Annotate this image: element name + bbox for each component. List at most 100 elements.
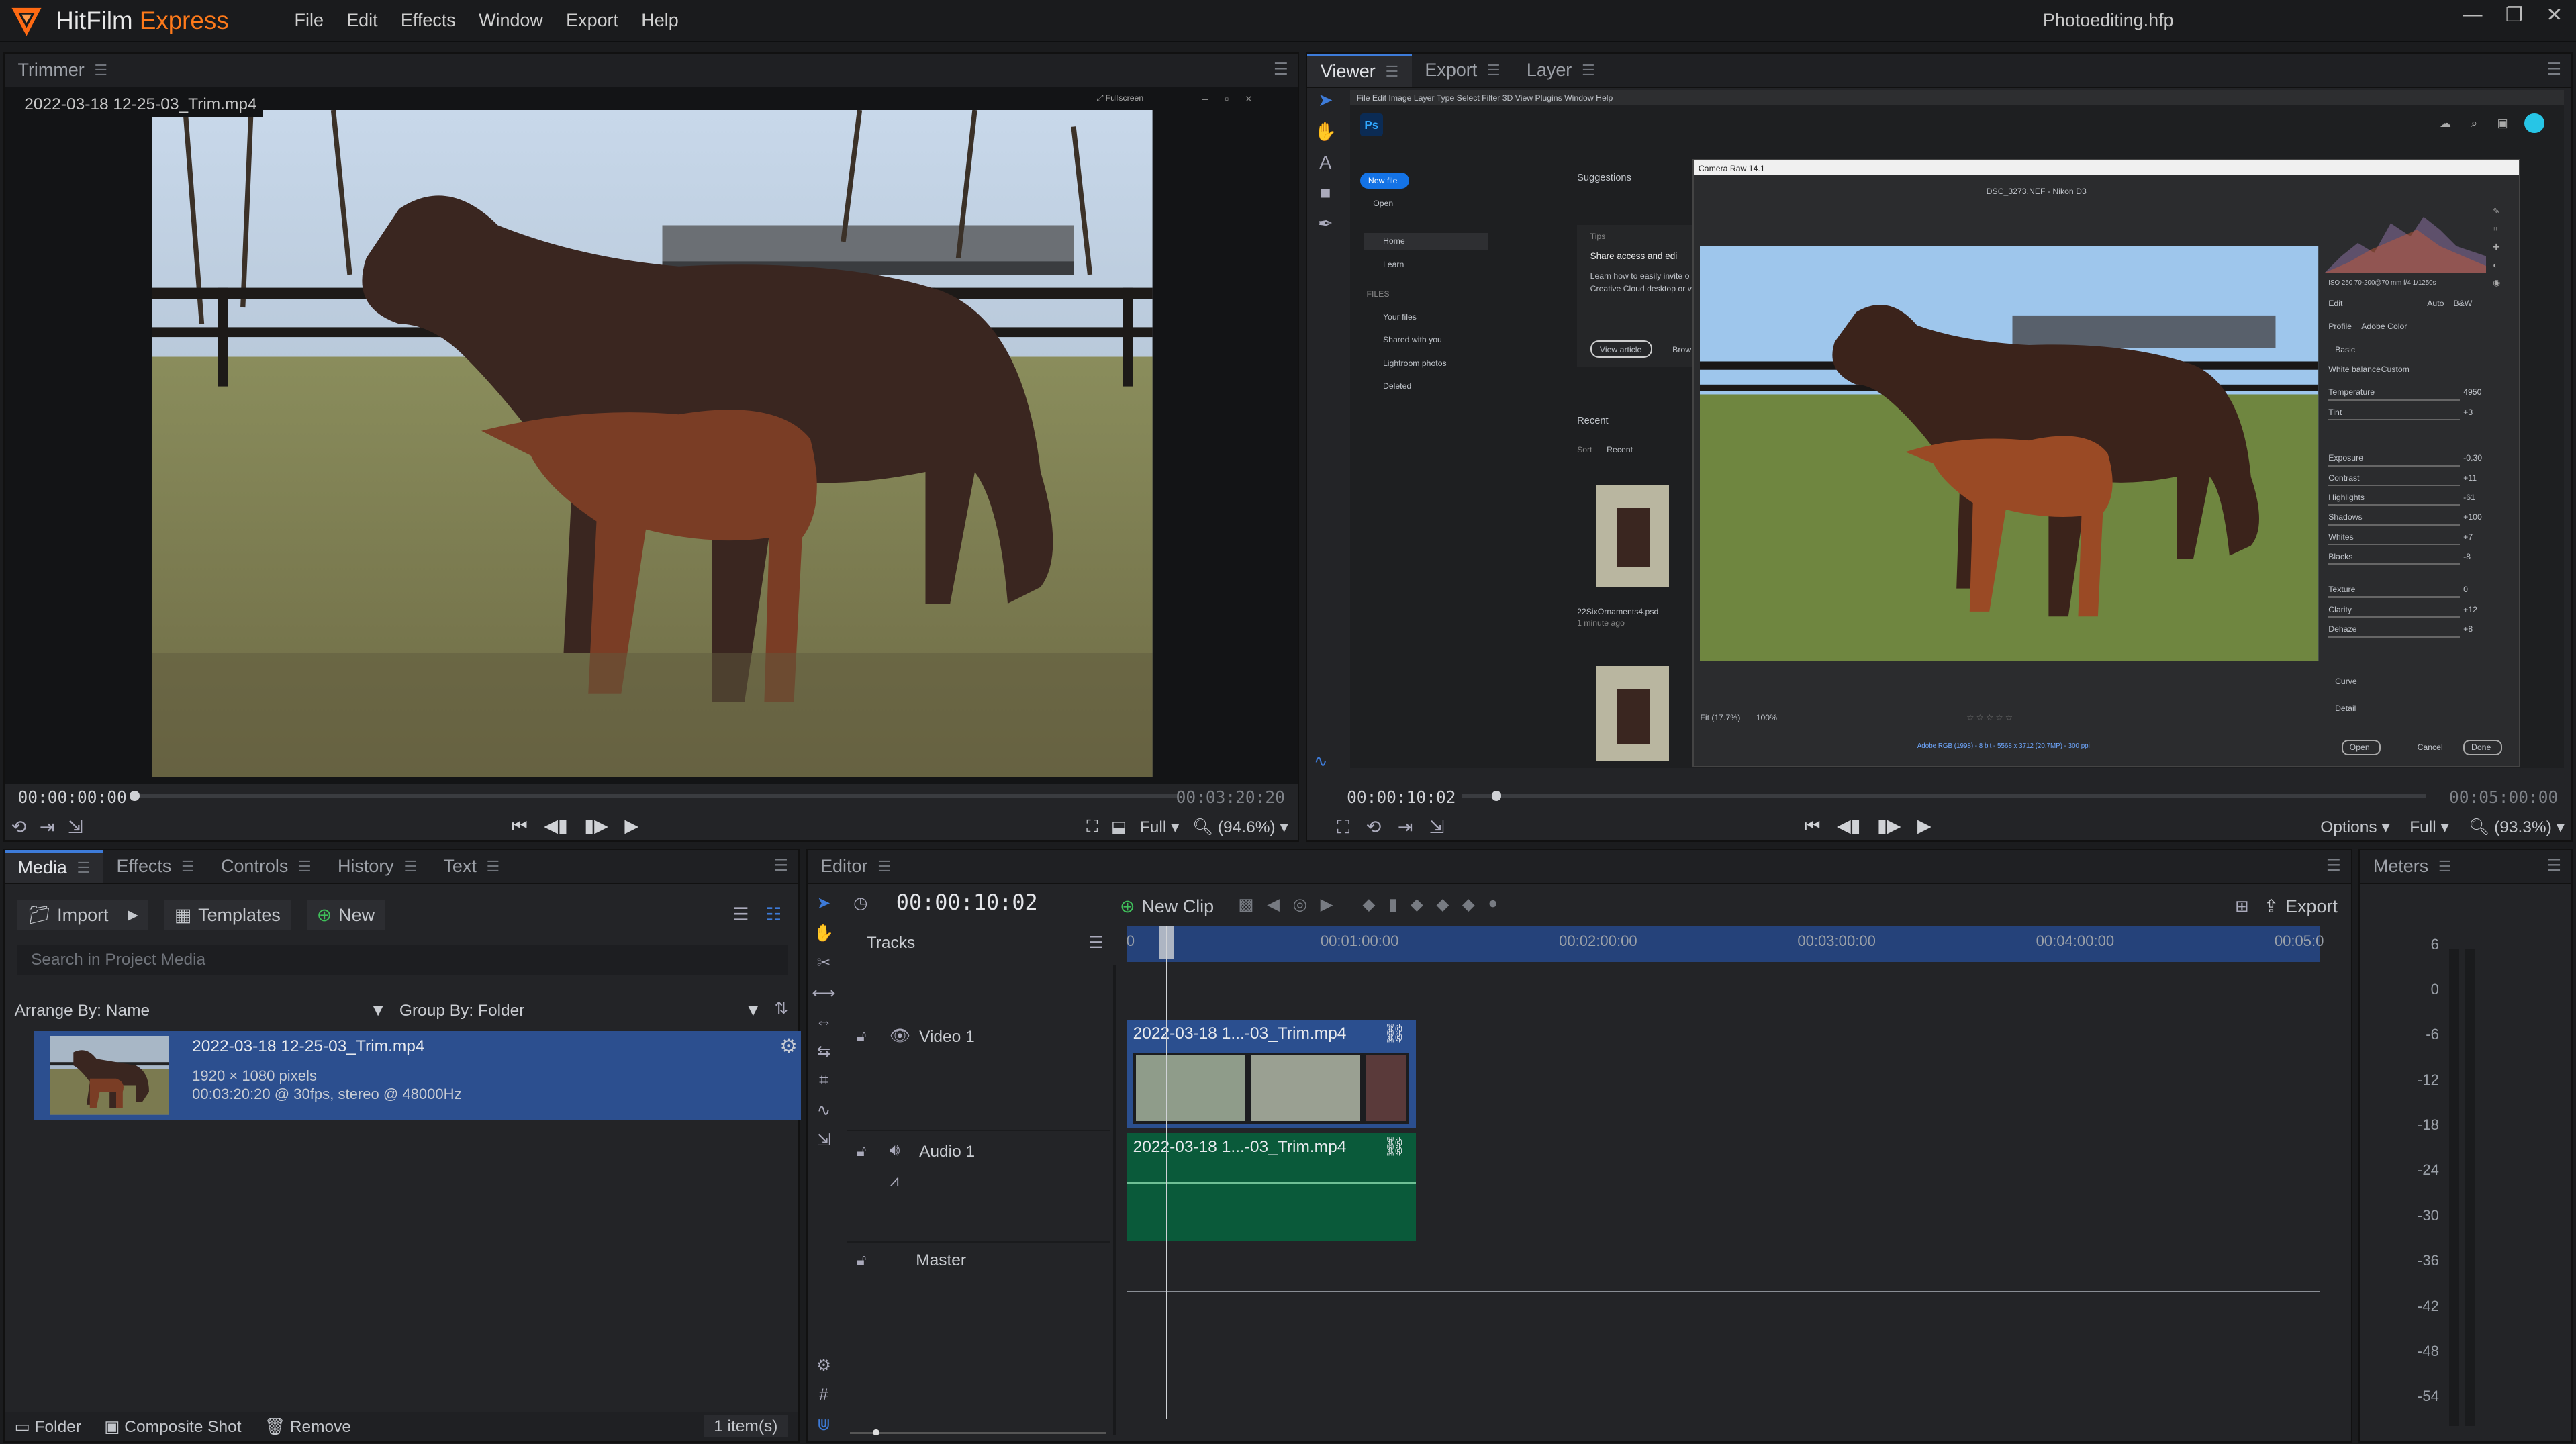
diamond-icon[interactable]: ◆ xyxy=(1411,894,1423,914)
viewer-options-menu[interactable]: Options ▾ xyxy=(2320,817,2390,837)
tab-layer[interactable]: Layer ☰ xyxy=(1513,54,1608,87)
menu-help[interactable]: Help xyxy=(630,10,690,31)
overwrite-icon[interactable]: ⇲ xyxy=(1429,817,1445,838)
trimmer-scrubber[interactable] xyxy=(130,791,1180,801)
insert-icon[interactable]: ⇥ xyxy=(1398,817,1413,838)
tab-menu-icon[interactable]: ☰ xyxy=(181,850,195,883)
lock-icon[interactable]: 🔓︎ xyxy=(857,1028,866,1045)
arrange-select[interactable]: Arrange By: Name ▼ xyxy=(15,1002,387,1020)
snap-icon[interactable]: ∿ xyxy=(1314,751,1328,771)
editor-timecode[interactable]: 00:00:10:02 xyxy=(896,889,1038,915)
text-tool-icon[interactable]: A xyxy=(1319,152,1331,173)
next-keyframe-icon[interactable]: ▶ xyxy=(1321,894,1333,914)
rate-stretch-icon[interactable]: ∿ xyxy=(817,1100,831,1120)
keyframe-icon[interactable]: ◎ xyxy=(1293,894,1307,914)
magnet-icon[interactable]: ⋓ xyxy=(817,1414,831,1435)
viewer-scrubber[interactable] xyxy=(1462,791,2426,801)
set-out-icon[interactable]: ⬓ xyxy=(1111,817,1127,837)
panel-menu-icon[interactable]: ☰ xyxy=(2326,855,2341,875)
import-button[interactable]: 📁︎ Import ▶ xyxy=(17,899,148,931)
trimmer-quality-select[interactable]: Full ▾ xyxy=(1140,817,1180,837)
list-view-icon[interactable]: ☰ xyxy=(732,904,749,925)
lock-icon[interactable]: 🔓︎ xyxy=(857,1251,866,1269)
menu-edit[interactable]: Edit xyxy=(335,10,389,31)
tab-menu-icon[interactable]: ☰ xyxy=(94,54,107,87)
skip-start-icon[interactable]: ⏮ xyxy=(511,816,527,837)
templates-button[interactable]: ▦ Templates xyxy=(164,900,291,930)
editor-export-button[interactable]: ⇪ Export xyxy=(2264,896,2338,917)
add-track-icon[interactable]: ⊞ xyxy=(2235,896,2249,916)
tab-trimmer[interactable]: Trimmer ☰ xyxy=(5,54,121,87)
tab-editor[interactable]: Editor ☰ xyxy=(808,850,904,883)
split-icon[interactable]: ▮ xyxy=(1388,894,1397,914)
viewer-playhead-handle[interactable] xyxy=(1491,791,1502,801)
waveform-icon[interactable]: ⩘ xyxy=(890,1172,899,1191)
play-icon[interactable]: ▶ xyxy=(1917,816,1931,837)
timeline-zoom-slider[interactable] xyxy=(850,1429,1107,1439)
link-icon[interactable]: ⛓ xyxy=(1383,1022,1406,1044)
slide-tool-icon[interactable]: ⇔ xyxy=(816,1013,832,1032)
insert-icon[interactable]: ⇥ xyxy=(40,817,55,838)
loop-icon[interactable]: ⟲ xyxy=(1366,817,1382,838)
video-clip[interactable]: 2022-03-18 1...-03_Trim.mp4 ⛓ xyxy=(1126,1019,1416,1128)
diamond-icon[interactable]: ◆ xyxy=(1363,894,1376,914)
tab-menu-icon[interactable]: ☰ xyxy=(1582,54,1595,87)
audio-clip[interactable]: 2022-03-18 1...-03_Trim.mp4 ⛓ xyxy=(1126,1133,1416,1242)
panel-menu-icon[interactable]: ☰ xyxy=(1274,59,1288,79)
gear-icon[interactable]: ⚙ xyxy=(779,1034,797,1058)
viewer-zoom-select[interactable]: 🔍︎ (93.3%) ▾ xyxy=(2469,817,2565,837)
new-button[interactable]: ⊕ New xyxy=(307,900,385,930)
float-restore-icon[interactable]: ▫ xyxy=(1225,92,1229,106)
play-icon[interactable]: ▶ xyxy=(624,816,638,837)
skip-start-icon[interactable]: ⏮ xyxy=(1804,816,1820,837)
remove-button[interactable]: 🗑︎ Remove xyxy=(265,1416,351,1437)
set-in-icon[interactable]: ⛶ xyxy=(1086,818,1098,836)
menu-window[interactable]: Window xyxy=(467,10,555,31)
settings-icon[interactable]: ⚙ xyxy=(816,1355,831,1376)
razor-tool-icon[interactable]: ✂ xyxy=(817,953,831,973)
tab-viewer[interactable]: Viewer ☰ xyxy=(1307,54,1412,87)
eye-icon[interactable]: 👁︎ xyxy=(890,1026,910,1046)
tab-history[interactable]: History ☰ xyxy=(324,850,430,883)
ripple-tool-icon[interactable]: ⇆ xyxy=(817,1041,831,1061)
clip-icon[interactable]: ▩ xyxy=(1238,894,1253,914)
tab-menu-icon[interactable]: ☰ xyxy=(77,851,91,884)
tab-menu-icon[interactable]: ☰ xyxy=(298,850,312,883)
close-button[interactable]: ✕ xyxy=(2546,3,2563,27)
grid-icon[interactable]: # xyxy=(819,1386,828,1404)
tracks-menu-icon[interactable]: ☰ xyxy=(1089,932,1104,953)
select-tool-icon[interactable]: ➤ xyxy=(1318,90,1333,111)
tab-effects[interactable]: Effects ☰ xyxy=(103,850,208,883)
prev-keyframe-icon[interactable]: ◀ xyxy=(1267,894,1280,914)
tab-menu-icon[interactable]: ☰ xyxy=(1487,54,1500,87)
composite-shot-button[interactable]: ▣ Composite Shot xyxy=(104,1416,241,1437)
group-select[interactable]: Group By: Folder ▼ xyxy=(399,1002,761,1020)
overwrite-icon[interactable]: ⇲ xyxy=(68,817,83,838)
tab-export[interactable]: Export ☰ xyxy=(1412,54,1514,87)
sort-order-icon[interactable]: ⇅ xyxy=(774,998,788,1018)
diamond-icon[interactable]: ◆ xyxy=(1436,894,1449,914)
trimmer-zoom-select[interactable]: 🔍︎ (94.6%) ▾ xyxy=(1192,817,1288,837)
fullscreen-button[interactable]: ⤢ Fullscreen xyxy=(1096,93,1143,103)
step-back-icon[interactable]: ◀▮ xyxy=(1837,816,1861,837)
menu-effects[interactable]: Effects xyxy=(389,10,467,31)
select-tool-icon[interactable]: ➤ xyxy=(817,893,831,913)
shape-tool-icon[interactable]: ■ xyxy=(1320,183,1331,203)
panel-menu-icon[interactable]: ☰ xyxy=(2546,59,2561,79)
menu-file[interactable]: File xyxy=(283,10,335,31)
fit-icon[interactable]: ⛶ xyxy=(1337,817,1349,838)
hand-tool-icon[interactable]: ✋ xyxy=(1314,121,1337,142)
minimize-button[interactable]: — xyxy=(2463,3,2482,27)
playhead-handle[interactable] xyxy=(1159,925,1174,959)
float-close-icon[interactable]: × xyxy=(1245,92,1252,106)
roll-tool-icon[interactable]: ⌗ xyxy=(819,1071,828,1090)
dot-icon[interactable]: ● xyxy=(1488,894,1498,914)
tab-text[interactable]: Text ☰ xyxy=(430,850,513,883)
trimmer-playhead-handle[interactable] xyxy=(130,791,140,801)
tab-controls[interactable]: Controls ☰ xyxy=(207,850,324,883)
tab-menu-icon[interactable]: ☰ xyxy=(403,850,417,883)
link-icon[interactable]: ⛓ xyxy=(1383,1136,1406,1157)
step-forward-icon[interactable]: ▮▶ xyxy=(1877,816,1901,837)
media-item[interactable]: 2022-03-18 12-25-03_Trim.mp4 1920 × 1080… xyxy=(34,1030,801,1120)
hand-tool-icon[interactable]: ✋ xyxy=(814,923,834,943)
